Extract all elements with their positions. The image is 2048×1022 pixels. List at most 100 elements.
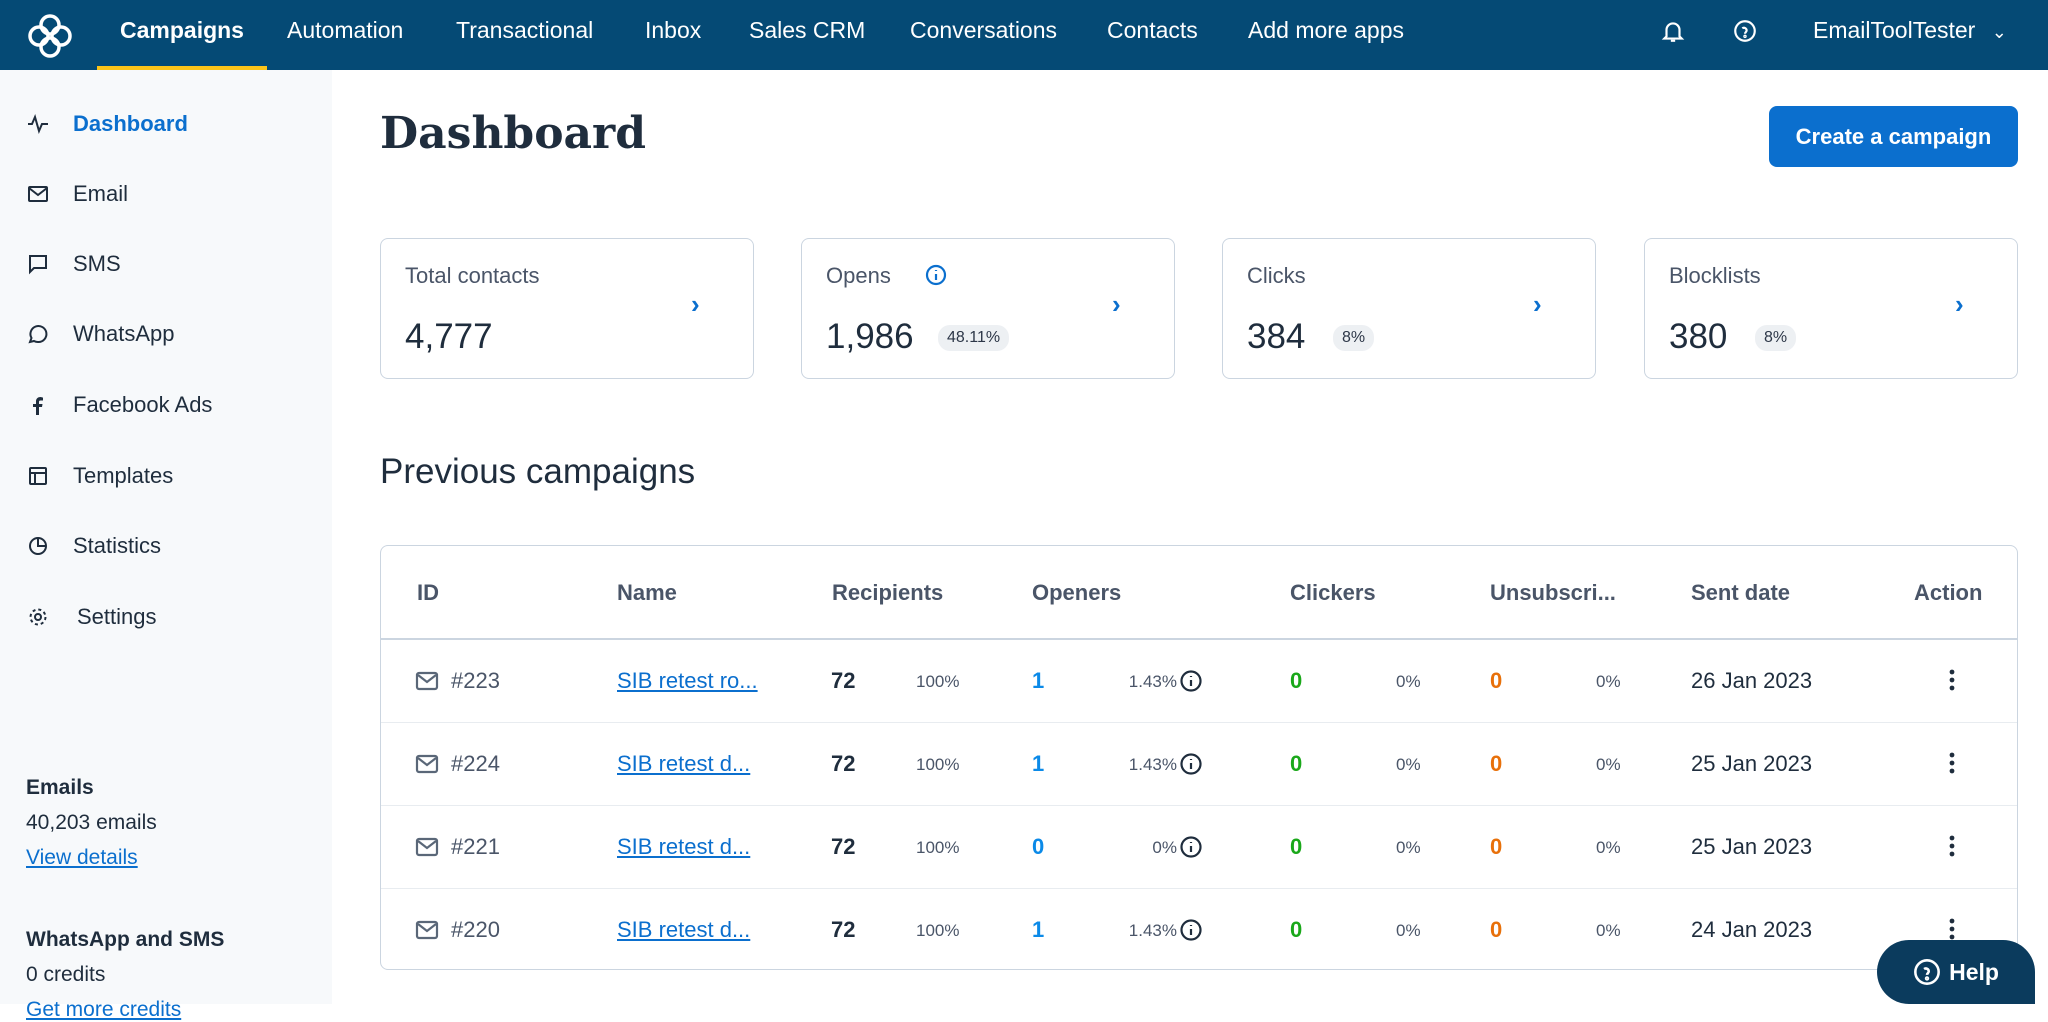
clickers-count[interactable]: 0: [1290, 668, 1302, 694]
clickers-percent: 0%: [1396, 755, 1421, 775]
pie-chart-icon: [26, 534, 50, 558]
help-button[interactable]: Help: [1877, 940, 2035, 1004]
card-opens[interactable]: Opens1,98648.11%›: [801, 238, 1175, 379]
mail-icon: [415, 836, 439, 858]
info-icon[interactable]: [1179, 918, 1203, 942]
campaigns-table: ID Name Recipients Openers Clickers Unsu…: [380, 545, 2018, 970]
info-icon[interactable]: [1179, 669, 1203, 693]
sidebar-item-label: Dashboard: [73, 111, 188, 137]
info-icon[interactable]: [1179, 835, 1203, 859]
card-blocklists[interactable]: Blocklists3808%›: [1644, 238, 2018, 379]
unsubscribers-count[interactable]: 0: [1490, 668, 1502, 694]
recipients-percent: 100%: [916, 672, 959, 692]
card-value: 384: [1247, 317, 1305, 357]
whatsapp-icon: [26, 322, 50, 346]
nav-inbox[interactable]: Inbox: [645, 0, 701, 70]
unsubscribers-count[interactable]: 0: [1490, 834, 1502, 860]
more-vertical-icon[interactable]: [1949, 915, 1955, 943]
openers-percent: 1.43%: [1129, 921, 1177, 941]
table-row: #224 SIB retest d... 72 100% 1 1.43% 0 0…: [381, 723, 2017, 806]
col-clickers[interactable]: Clickers: [1290, 580, 1376, 606]
section-title: Previous campaigns: [380, 452, 695, 492]
recipients-count: 72: [831, 751, 855, 777]
nav-contacts[interactable]: Contacts: [1107, 0, 1198, 70]
sidebar-item-templates[interactable]: Templates: [0, 454, 332, 498]
clickers-count[interactable]: 0: [1290, 751, 1302, 777]
clickers-count[interactable]: 0: [1290, 917, 1302, 943]
campaign-name-link[interactable]: SIB retest d...: [617, 917, 750, 943]
card-label: Total contacts: [405, 263, 540, 289]
openers-percent: 1.43%: [1129, 672, 1177, 692]
more-vertical-icon[interactable]: [1949, 666, 1955, 694]
card-clicks[interactable]: Clicks3848%›: [1222, 238, 1596, 379]
openers-count[interactable]: 0: [1032, 834, 1044, 860]
col-openers[interactable]: Openers: [1032, 580, 1121, 606]
chevron-right-icon[interactable]: ›: [691, 289, 700, 320]
sidebar-item-email[interactable]: Email: [0, 172, 332, 216]
col-name[interactable]: Name: [617, 580, 677, 606]
card-label: Blocklists: [1669, 263, 1761, 289]
col-sent-date[interactable]: Sent date: [1691, 580, 1790, 606]
openers-count[interactable]: 1: [1032, 917, 1044, 943]
emails-title: Emails: [26, 776, 94, 800]
view-details-link[interactable]: View details: [26, 846, 138, 869]
table-row: #220 SIB retest d... 72 100% 1 1.43% 0 0…: [381, 889, 2017, 970]
campaign-name-link[interactable]: SIB retest ro...: [617, 668, 758, 694]
chevron-right-icon[interactable]: ›: [1112, 289, 1121, 320]
nav-automation[interactable]: Automation: [287, 0, 403, 70]
sidebar-item-sms[interactable]: SMS: [0, 242, 332, 286]
campaign-id: #223: [451, 668, 500, 694]
sidebar-item-label: WhatsApp: [73, 321, 175, 347]
card-value: 380: [1669, 317, 1727, 357]
recipients-count: 72: [831, 917, 855, 943]
card-label: Clicks: [1247, 263, 1306, 289]
sidebar-item-label: Facebook Ads: [73, 392, 212, 418]
sidebar-item-dashboard[interactable]: Dashboard: [0, 102, 332, 146]
openers-percent: 1.43%: [1129, 755, 1177, 775]
facebook-icon: [26, 393, 50, 417]
emails-count: 40,203 emails: [26, 811, 157, 835]
brevo-logo-icon[interactable]: [26, 12, 74, 60]
recipients-percent: 100%: [916, 838, 959, 858]
sidebar-item-whatsapp[interactable]: WhatsApp: [0, 312, 332, 356]
openers-percent: 0%: [1152, 838, 1177, 858]
col-id[interactable]: ID: [417, 580, 439, 606]
more-vertical-icon[interactable]: [1949, 832, 1955, 860]
col-unsubscribers[interactable]: Unsubscri...: [1490, 580, 1616, 606]
clickers-count[interactable]: 0: [1290, 834, 1302, 860]
unsubscribers-percent: 0%: [1596, 838, 1621, 858]
chevron-right-icon[interactable]: ›: [1533, 289, 1542, 320]
campaign-name-link[interactable]: SIB retest d...: [617, 751, 750, 777]
col-action: Action: [1914, 580, 1982, 606]
nav-sales-crm[interactable]: Sales CRM: [749, 0, 865, 70]
openers-count[interactable]: 1: [1032, 751, 1044, 777]
openers-count[interactable]: 1: [1032, 668, 1044, 694]
bell-icon[interactable]: [1660, 18, 1686, 44]
info-icon[interactable]: [1179, 752, 1203, 776]
nav-conversations[interactable]: Conversations: [910, 0, 1057, 70]
more-vertical-icon[interactable]: [1949, 749, 1955, 777]
user-menu[interactable]: EmailToolTester ⌄: [1813, 0, 2007, 62]
recipients-percent: 100%: [916, 921, 959, 941]
nav-transactional[interactable]: Transactional: [456, 0, 593, 70]
get-more-credits-link[interactable]: Get more credits: [26, 998, 181, 1021]
sidebar-item-facebook-ads[interactable]: Facebook Ads: [0, 383, 332, 427]
unsubscribers-count[interactable]: 0: [1490, 917, 1502, 943]
clickers-percent: 0%: [1396, 672, 1421, 692]
card-total-contacts[interactable]: Total contacts4,777›: [380, 238, 754, 379]
chevron-right-icon[interactable]: ›: [1955, 289, 1964, 320]
campaign-name-link[interactable]: SIB retest d...: [617, 834, 750, 860]
nav-add-more-apps[interactable]: Add more apps: [1248, 0, 1404, 70]
help-circle-icon: [1913, 958, 1941, 986]
sidebar-item-statistics[interactable]: Statistics: [0, 524, 332, 568]
unsubscribers-count[interactable]: 0: [1490, 751, 1502, 777]
campaign-id: #220: [451, 917, 500, 943]
campaign-id: #221: [451, 834, 500, 860]
sidebar-item-settings[interactable]: Settings: [0, 595, 332, 639]
info-icon[interactable]: [924, 263, 948, 287]
create-campaign-button[interactable]: Create a campaign: [1769, 106, 2018, 167]
nav-campaigns[interactable]: Campaigns: [120, 0, 244, 70]
col-recipients[interactable]: Recipients: [832, 580, 943, 606]
card-label: Opens: [826, 263, 891, 289]
help-circle-icon[interactable]: [1732, 18, 1758, 44]
